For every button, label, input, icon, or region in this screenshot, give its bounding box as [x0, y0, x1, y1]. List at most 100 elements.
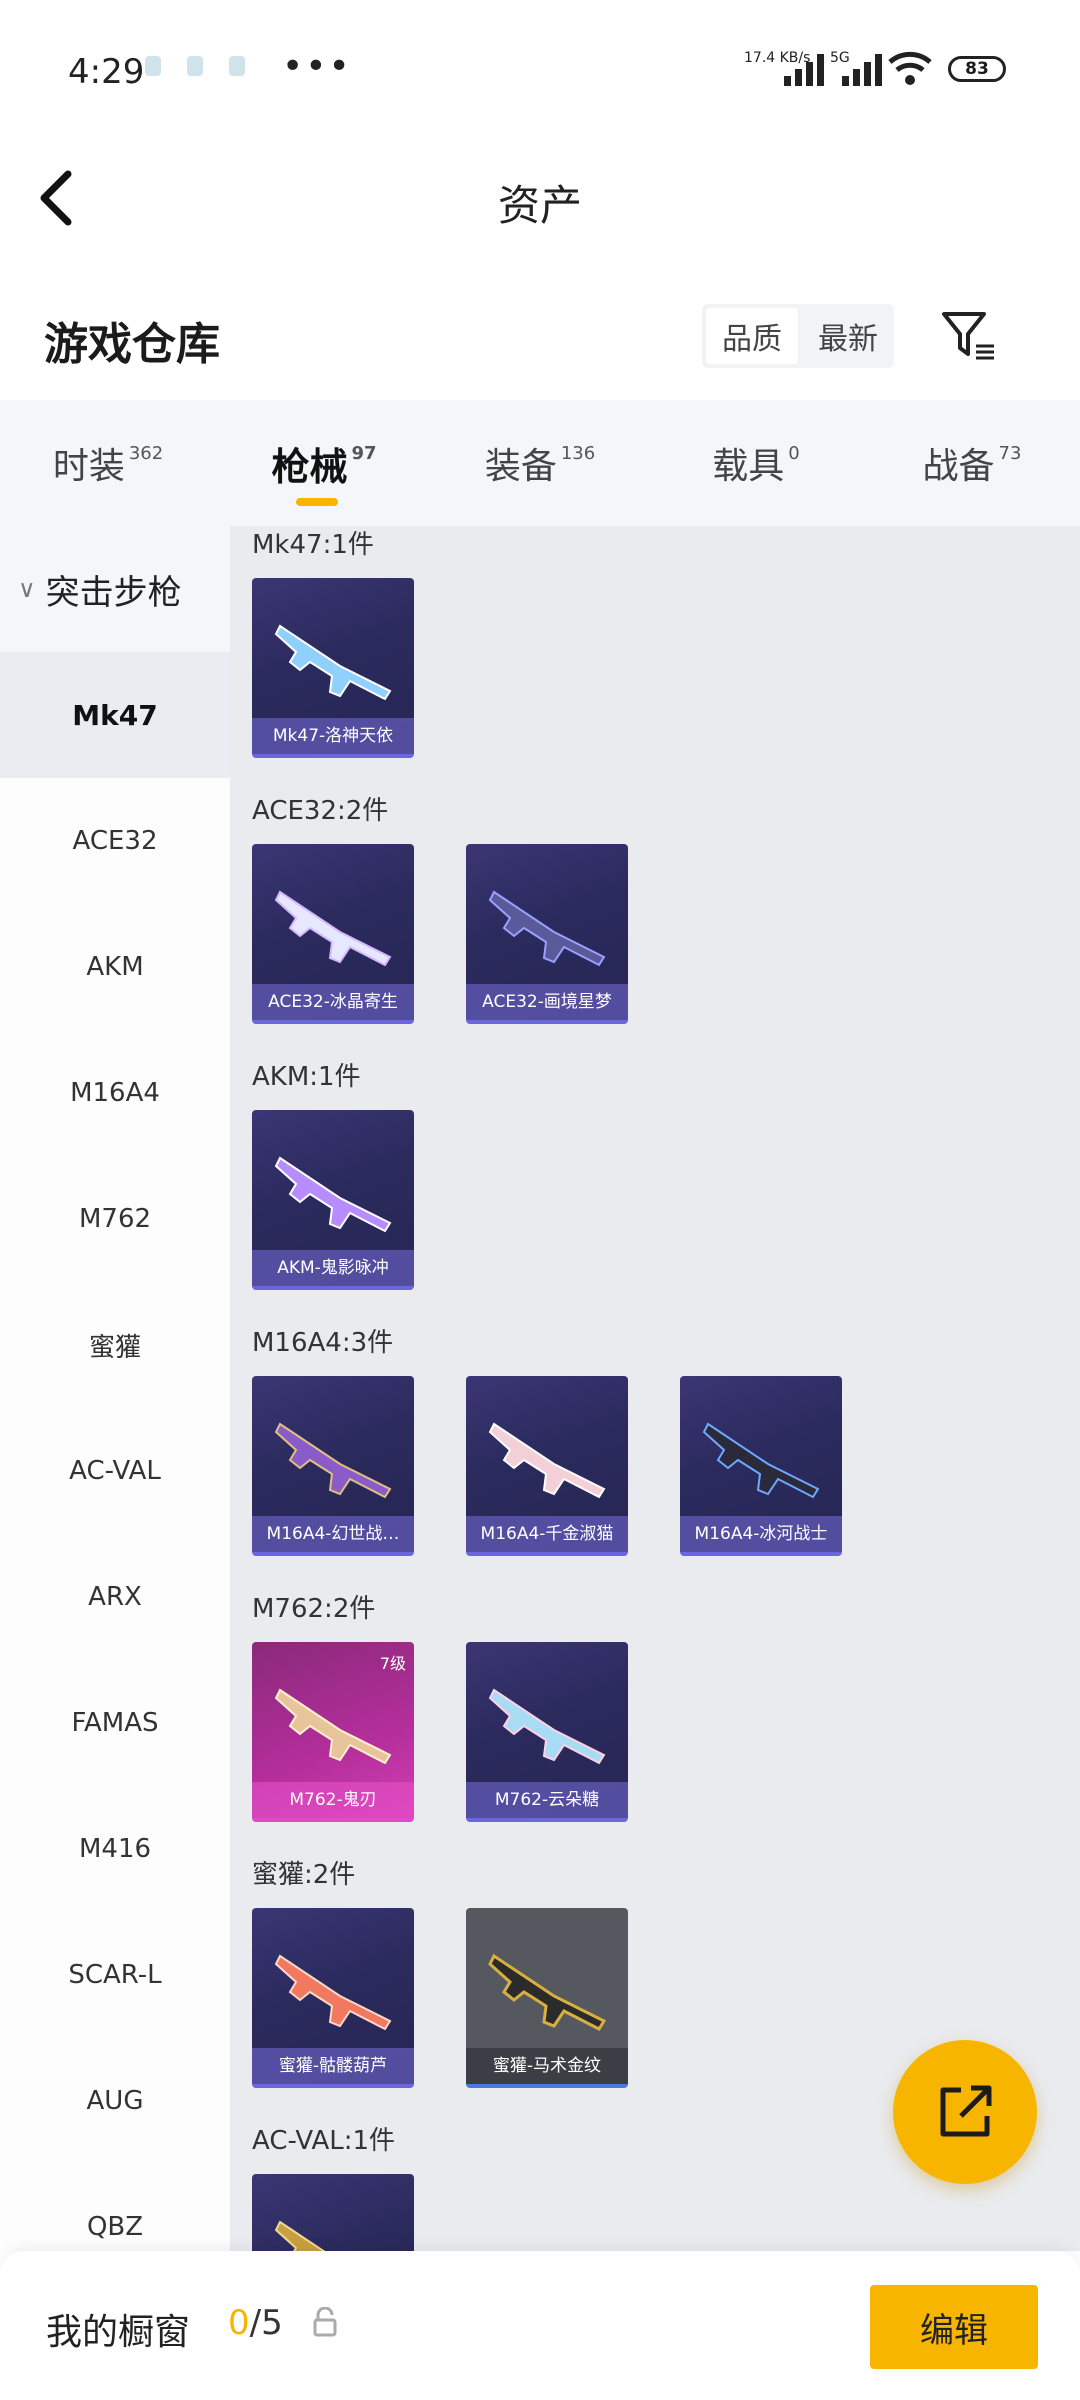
- weapon-card[interactable]: 7级 M762-鬼刃: [252, 1642, 414, 1822]
- section-label: AKM:1件: [252, 1062, 361, 1092]
- tab-equipment[interactable]: 装备 136: [432, 400, 648, 526]
- tab-supplies[interactable]: 战备 73: [864, 400, 1080, 526]
- notification-icons: [145, 56, 245, 76]
- weapon-card[interactable]: 蜜獾-马术金纹: [466, 1908, 628, 2088]
- share-fab[interactable]: [893, 2040, 1037, 2184]
- rail-group-label: 突击步枪: [45, 572, 182, 613]
- rifle-icon: [488, 1422, 606, 1499]
- more-notifications-icon: •••: [282, 46, 352, 87]
- weapon-card-name: ACE32-冰晶寄生: [252, 984, 414, 1020]
- sort-toggle[interactable]: 品质 最新: [702, 304, 894, 368]
- showcase-bar: 我的橱窗 0/5 编辑: [0, 2251, 1080, 2400]
- section-title: 游戏仓库: [44, 319, 220, 370]
- category-tabs: 时装 362 枪械 97 装备 136 载具 0 战备 73: [0, 400, 1080, 526]
- rail-item-m762[interactable]: M762: [0, 1156, 230, 1282]
- notification-icon: [187, 56, 203, 76]
- weapon-card[interactable]: Mk47-洛神天依: [252, 578, 414, 758]
- filter-button[interactable]: [938, 306, 998, 366]
- tab-vehicles[interactable]: 载具 0: [648, 400, 864, 526]
- battery-level: 83: [965, 59, 989, 79]
- rail-item-mk47[interactable]: Mk47: [0, 652, 230, 778]
- clock: 4:29: [68, 52, 145, 92]
- rail-item-arx[interactable]: ARX: [0, 1534, 230, 1660]
- weapon-card-name: M16A4-千金淑猫: [466, 1516, 628, 1552]
- edit-button[interactable]: 编辑: [870, 2285, 1038, 2369]
- tab-fashion[interactable]: 时装 362: [0, 400, 216, 526]
- tab-count: 73: [998, 442, 1022, 464]
- rifle-icon: [274, 2220, 326, 2251]
- weapon-card-name: AKM-鬼影咏冲: [252, 1250, 414, 1286]
- weapon-card-name: 蜜獾-马术金纹: [466, 2048, 628, 2084]
- showcase-count-current: 0: [228, 2303, 250, 2343]
- section-label: Mk47:1件: [252, 530, 374, 560]
- rail-item-scar-l[interactable]: SCAR-L: [0, 1912, 230, 2038]
- chevron-down-icon: ∨: [18, 575, 36, 603]
- rail-item-m416[interactable]: M416: [0, 1786, 230, 1912]
- rifle-icon: [488, 1688, 606, 1765]
- weapon-card-name: ACE32-画境星梦: [466, 984, 628, 1020]
- section-label: 蜜獾:2件: [252, 1860, 356, 1890]
- section-label: ACE32:2件: [252, 796, 389, 826]
- status-bar: 4:29 ••• 17.4 KB/s 5G 83: [0, 0, 1080, 130]
- rifle-icon: [702, 1422, 820, 1499]
- showcase-label: 我的橱窗: [46, 2312, 191, 2353]
- weapon-card[interactable]: ACE32-冰晶寄生: [252, 844, 414, 1024]
- weapon-card[interactable]: [252, 2174, 414, 2251]
- section-label: M762:2件: [252, 1594, 376, 1624]
- tab-count: 362: [128, 442, 164, 464]
- weapon-grid: Mk47:1件 Mk47-洛神天依 ACE32:2件 ACE32-冰晶寄生 AC…: [230, 526, 1080, 2251]
- section-label: M16A4:3件: [252, 1328, 394, 1358]
- weapon-card[interactable]: 蜜獾-骷髅葫芦: [252, 1908, 414, 2088]
- weapon-card-name: M762-云朵糖: [466, 1782, 628, 1818]
- rifle-icon: [488, 890, 606, 967]
- showcase-count-total: /5: [249, 2303, 283, 2343]
- rifle-icon: [488, 1953, 607, 2031]
- filter-icon: [942, 312, 994, 360]
- wifi-icon: [888, 51, 932, 85]
- notification-icon: [229, 56, 245, 76]
- signal-icon-2: [842, 50, 882, 86]
- rail-item-akm[interactable]: AKM: [0, 904, 230, 1030]
- notification-icon: [145, 56, 161, 76]
- rail-item-ac-val[interactable]: AC-VAL: [0, 1408, 230, 1534]
- weapon-card-name: 蜜獾-骷髅葫芦: [252, 2048, 414, 2084]
- tab-label: 装备: [484, 446, 557, 487]
- tab-label: 载具: [712, 446, 785, 487]
- weapon-card[interactable]: AKM-鬼影咏冲: [252, 1110, 414, 1290]
- weapon-card-name: Mk47-洛神天依: [252, 718, 414, 754]
- tab-firearms[interactable]: 枪械 97: [216, 400, 432, 526]
- rail-item-famas[interactable]: FAMAS: [0, 1660, 230, 1786]
- rail-item-m16a4[interactable]: M16A4: [0, 1030, 230, 1156]
- rail-item-qbz[interactable]: QBZ: [0, 2164, 230, 2251]
- weapon-card[interactable]: ACE32-画境星梦: [466, 844, 628, 1024]
- weapon-card[interactable]: M16A4-冰河战士: [680, 1376, 842, 1556]
- tab-count: 0: [788, 442, 800, 464]
- rifle-icon: [274, 1156, 392, 1233]
- rail-item-ace32[interactable]: ACE32: [0, 778, 230, 904]
- rail-group-assault-rifles[interactable]: ∨ 突击步枪: [0, 526, 230, 652]
- rail-item-honey-badger[interactable]: 蜜獾: [0, 1282, 230, 1408]
- rifle-icon: [274, 1422, 392, 1499]
- rail-item-aug[interactable]: AUG: [0, 2038, 230, 2164]
- external-link-icon: [940, 2085, 992, 2137]
- battery-icon: 83: [948, 56, 1006, 82]
- weapon-card[interactable]: M762-云朵糖: [466, 1642, 628, 1822]
- sort-newest-option[interactable]: 最新: [802, 304, 894, 368]
- sort-quality-option[interactable]: 品质: [706, 308, 798, 364]
- rifle-icon: [274, 890, 392, 967]
- page-title: 资产: [497, 181, 582, 230]
- rifle-icon: [274, 624, 392, 701]
- signal-icon: [784, 50, 824, 86]
- rifle-icon: [274, 1688, 392, 1765]
- tab-label: 时装: [52, 446, 125, 487]
- weapon-card-name: M16A4-冰河战士: [680, 1516, 842, 1552]
- rifle-icon: [274, 1954, 392, 2031]
- tab-label: 枪械: [271, 444, 348, 489]
- showcase-count: 0/5: [228, 2303, 283, 2343]
- lock-icon: [313, 2307, 337, 2337]
- weapon-card[interactable]: M16A4-千金淑猫: [466, 1376, 628, 1556]
- category-rail: ∨ 突击步枪 Mk47 ACE32 AKM M16A4 M762 蜜獾 AC-V…: [0, 526, 230, 2251]
- tab-label: 战备: [922, 446, 995, 487]
- weapon-card[interactable]: M16A4-幻世战…: [252, 1376, 414, 1556]
- weapon-card-name: M16A4-幻世战…: [252, 1516, 414, 1552]
